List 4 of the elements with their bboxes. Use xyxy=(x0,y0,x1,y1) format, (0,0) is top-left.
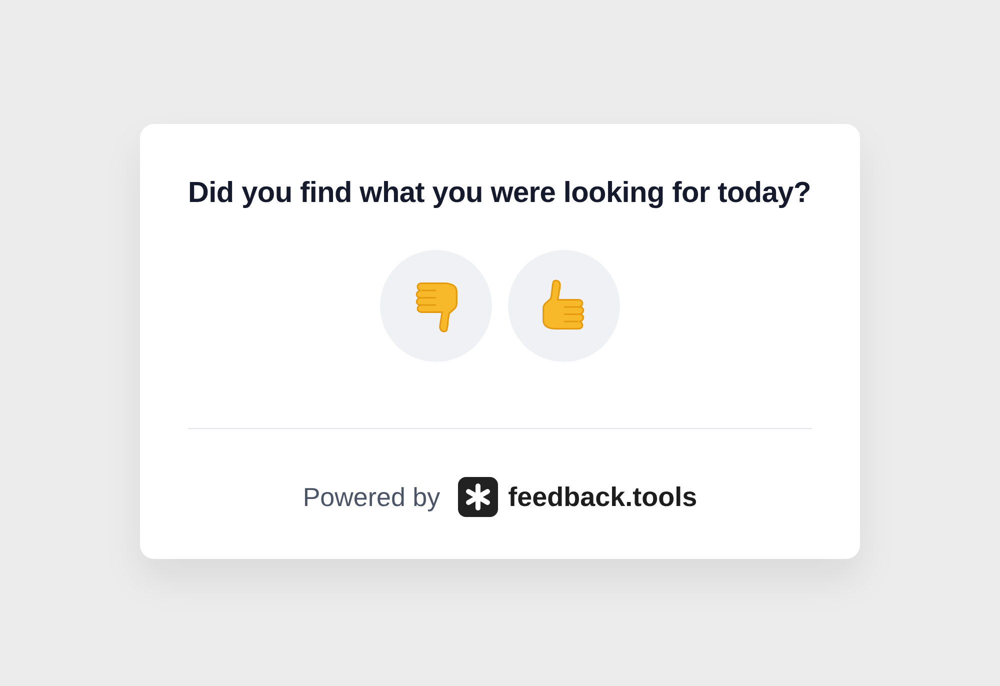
survey-question: Did you find what you were looking for today? xyxy=(188,176,812,211)
brand-name[interactable]: feedback.tools xyxy=(508,482,698,512)
asterisk-logo-icon xyxy=(458,477,498,517)
powered-by-label: Powered by xyxy=(302,482,440,512)
